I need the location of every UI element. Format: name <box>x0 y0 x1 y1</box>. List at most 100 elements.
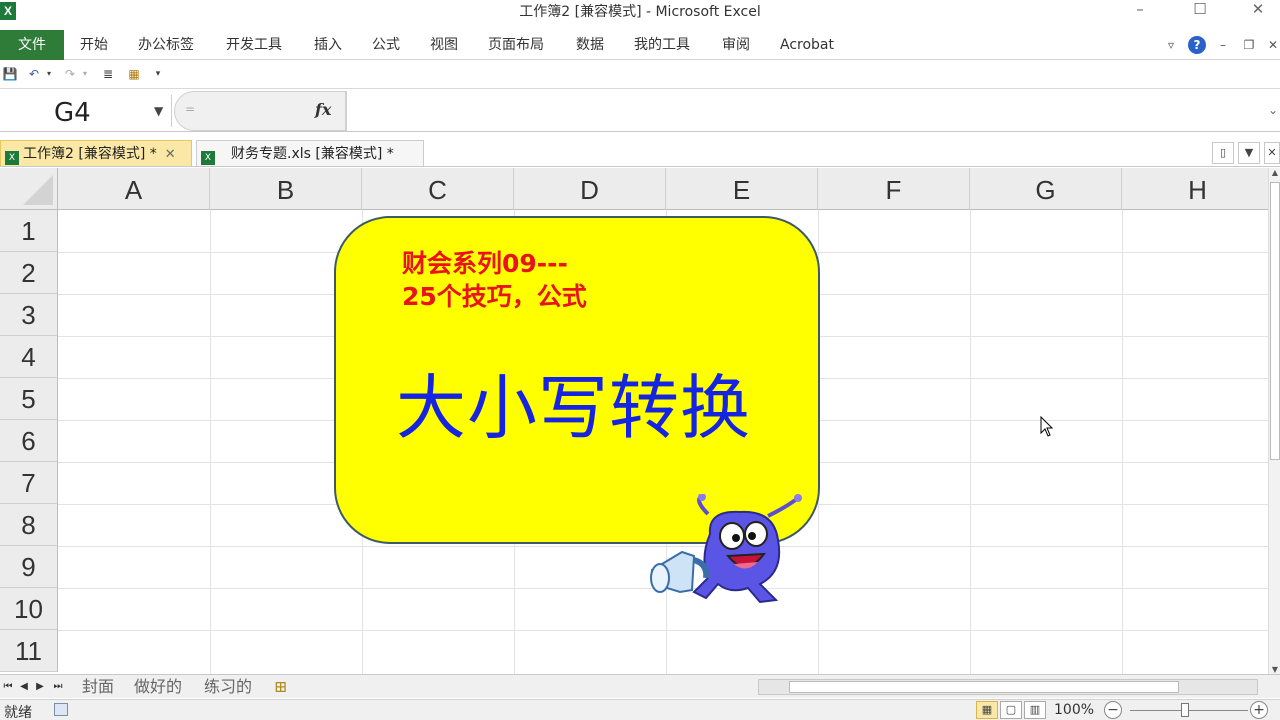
tab-list-dropdown-icon[interactable]: ▼ <box>1238 142 1260 164</box>
gridline <box>970 210 971 674</box>
sheet-tab-done[interactable]: 做好的 <box>134 677 182 697</box>
excel-window: X 工作簿2 [兼容模式] - Microsoft Excel – ☐ ✕ 文件… <box>0 0 1280 720</box>
zoom-level[interactable]: 100% <box>1054 702 1094 718</box>
excel-file-icon: X <box>5 151 19 165</box>
row-header-10[interactable]: 10 <box>0 588 58 630</box>
tab-insert[interactable]: 插入 <box>314 30 342 60</box>
doc-restore-icon[interactable]: ❐ <box>1240 36 1258 54</box>
save-icon[interactable]: 💾 <box>2 66 18 82</box>
tab-acrobat[interactable]: Acrobat <box>780 30 834 60</box>
page-break-view-icon[interactable]: ▥ <box>1024 701 1046 719</box>
document-tabs: X 工作簿2 [兼容模式] * ✕ X 财务专题.xls [兼容模式] * ▯ ▼ ✕ <box>0 139 1280 167</box>
select-all-button[interactable] <box>0 168 58 210</box>
row-header-11[interactable]: 11 <box>0 630 58 672</box>
row-header-2[interactable]: 2 <box>0 252 58 294</box>
column-header-c[interactable]: C <box>362 168 514 210</box>
row-header-7[interactable]: 7 <box>0 462 58 504</box>
last-sheet-icon[interactable]: ⏭ <box>52 679 64 695</box>
redo-icon[interactable]: ↷ <box>62 66 78 82</box>
tab-page-layout[interactable]: 页面布局 <box>488 30 544 60</box>
next-sheet-icon[interactable]: ▶ <box>34 679 46 695</box>
horizontal-scroll-thumb[interactable] <box>789 681 1179 693</box>
first-sheet-icon[interactable]: ⏮ <box>2 679 14 695</box>
ribbon-collapse-icon[interactable]: ▿ <box>1162 36 1180 54</box>
sheet-tab-bar: ⏮ ◀ ▶ ⏭ 封面 做好的 练习的 ⊞ <box>0 674 1280 698</box>
tab-file[interactable]: 文件 <box>0 30 64 60</box>
doc-minimize-icon[interactable]: – <box>1214 36 1232 54</box>
doc-tab-finance[interactable]: X 财务专题.xls [兼容模式] * <box>196 140 424 166</box>
tab-office-tabs[interactable]: 办公标签 <box>138 30 194 60</box>
customize-qat-icon[interactable]: ▾ <box>152 66 164 82</box>
mouse-pointer-icon <box>1040 416 1054 437</box>
doc-tab-workbook2[interactable]: X 工作簿2 [兼容模式] * ✕ <box>0 140 192 166</box>
tab-data[interactable]: 数据 <box>576 30 604 60</box>
insert-sheet-icon[interactable]: ⊞ <box>274 677 287 697</box>
title-bar: X 工作簿2 [兼容模式] - Microsoft Excel – ☐ ✕ <box>0 0 1280 22</box>
formula-input[interactable] <box>346 91 1266 131</box>
tab-formulas[interactable]: 公式 <box>372 30 400 60</box>
expand-formula-bar-icon[interactable]: ⌄ <box>1268 103 1278 117</box>
macro-record-icon[interactable] <box>54 703 68 716</box>
close-all-tabs-icon[interactable]: ✕ <box>1264 142 1280 164</box>
row-header-3[interactable]: 3 <box>0 294 58 336</box>
worksheet-grid[interactable]: A B C D E F G H 1 2 3 4 5 6 7 8 9 10 11 <box>0 168 1268 674</box>
megaphone-mascot-image[interactable] <box>648 494 808 614</box>
scroll-down-icon[interactable]: ▼ <box>1269 665 1280 674</box>
row-header-9[interactable]: 9 <box>0 546 58 588</box>
row-header-8[interactable]: 8 <box>0 504 58 546</box>
sheet-tab-cover[interactable]: 封面 <box>82 677 114 697</box>
horizontal-scrollbar[interactable] <box>758 679 1258 695</box>
column-header-f[interactable]: F <box>818 168 970 210</box>
tab-developer[interactable]: 开发工具 <box>226 30 282 60</box>
minimize-icon[interactable]: – <box>1120 0 1160 20</box>
name-box[interactable]: G4 ▼ <box>0 95 172 128</box>
page-layout-view-icon[interactable]: ▢ <box>1000 701 1022 719</box>
help-icon[interactable]: ? <box>1188 36 1206 54</box>
status-ready: 就绪 <box>4 705 32 720</box>
callout-main-title: 大小写转换 <box>396 367 751 449</box>
row-header-4[interactable]: 4 <box>0 336 58 378</box>
chevron-down-icon[interactable]: ▼ <box>154 104 163 118</box>
status-bar: 就绪 ▦ ▢ ▥ 100% − + <box>0 699 1280 720</box>
zoom-slider-track[interactable] <box>1130 710 1248 711</box>
tab-view[interactable]: 视图 <box>430 30 458 60</box>
align-icon[interactable]: ≣ <box>100 66 116 82</box>
callout-subtitle-line2: 25个技巧，公式 <box>402 282 587 311</box>
zoom-out-icon[interactable]: − <box>1104 701 1122 719</box>
insert-function-icon[interactable]: fx <box>315 100 331 119</box>
paste-icon[interactable]: ▦ <box>126 66 142 82</box>
gridline <box>1122 210 1123 674</box>
row-header-5[interactable]: 5 <box>0 378 58 420</box>
prev-sheet-icon[interactable]: ◀ <box>18 679 30 695</box>
new-document-icon[interactable]: ▯ <box>1212 142 1234 164</box>
column-header-b[interactable]: B <box>210 168 362 210</box>
column-header-d[interactable]: D <box>514 168 666 210</box>
vertical-scroll-thumb[interactable] <box>1270 182 1280 460</box>
close-tab-icon[interactable]: ✕ <box>165 147 176 162</box>
zoom-in-icon[interactable]: + <box>1250 701 1268 719</box>
column-header-a[interactable]: A <box>58 168 210 210</box>
undo-icon[interactable]: ↶ <box>26 66 42 82</box>
close-icon[interactable]: ✕ <box>1238 0 1278 20</box>
scroll-up-icon[interactable]: ▲ <box>1269 168 1280 177</box>
excel-file-icon: X <box>201 151 215 165</box>
column-header-e[interactable]: E <box>666 168 818 210</box>
column-header-h[interactable]: H <box>1122 168 1268 210</box>
row-header-6[interactable]: 6 <box>0 420 58 462</box>
zoom-slider-thumb[interactable] <box>1181 703 1189 717</box>
row-header-1[interactable]: 1 <box>0 210 58 252</box>
gridline <box>58 630 1268 631</box>
tab-my-tools[interactable]: 我的工具 <box>634 30 690 60</box>
vertical-scrollbar[interactable]: ▲ ▼ <box>1268 168 1280 674</box>
normal-view-icon[interactable]: ▦ <box>976 701 998 719</box>
formula-buttons: = fx <box>174 91 346 131</box>
doc-close-icon[interactable]: ✕ <box>1264 36 1280 54</box>
formula-bar: G4 ▼ = fx ⌄ <box>0 88 1280 132</box>
maximize-icon[interactable]: ☐ <box>1180 0 1220 20</box>
tab-review[interactable]: 审阅 <box>722 30 750 60</box>
redo-dropdown-icon[interactable]: ▾ <box>80 66 90 82</box>
sheet-tab-practice[interactable]: 练习的 <box>204 677 252 697</box>
undo-dropdown-icon[interactable]: ▾ <box>44 66 54 82</box>
tab-home[interactable]: 开始 <box>80 30 108 60</box>
column-header-g[interactable]: G <box>970 168 1122 210</box>
